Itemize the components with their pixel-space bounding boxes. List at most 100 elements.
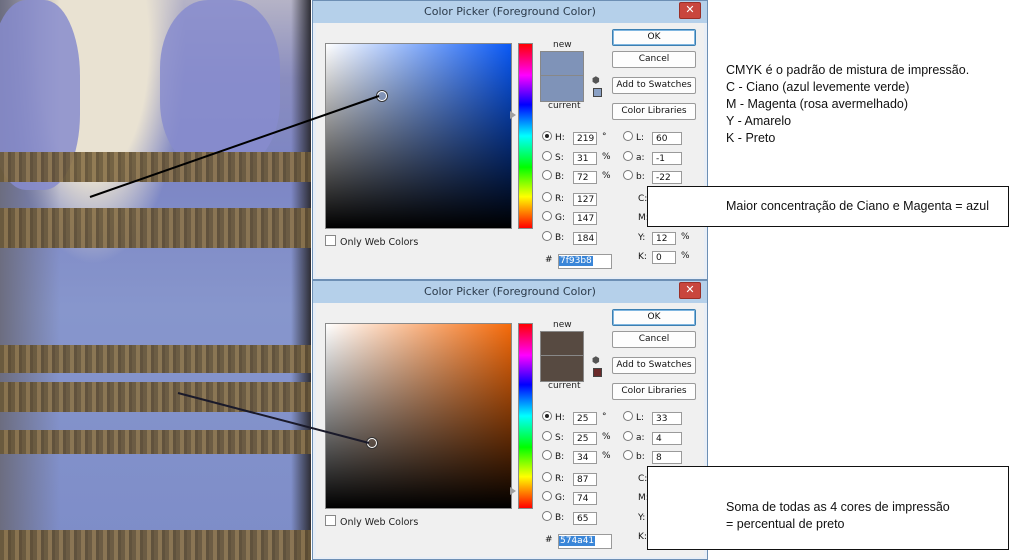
hex-field[interactable]: 7f93b8 — [558, 254, 612, 269]
title-bar: Color Picker (Foreground Color) ✕ — [313, 281, 707, 303]
r-field[interactable]: 127 — [573, 193, 597, 206]
y-field[interactable]: 12 — [652, 232, 676, 245]
only-web-colors-label: Only Web Colors — [340, 517, 419, 528]
blue-field[interactable]: 184 — [573, 232, 597, 245]
b-radio[interactable]: B: — [542, 450, 564, 464]
dialog-title: Color Picker (Foreground Color) — [424, 285, 596, 298]
g-field[interactable]: 147 — [573, 212, 597, 225]
hex-hash: # — [545, 535, 553, 545]
h-label: H: — [555, 133, 565, 143]
color-picker-marker[interactable] — [377, 91, 387, 101]
s-unit: % — [602, 152, 611, 162]
b-field[interactable]: 72 — [573, 171, 597, 184]
g-field[interactable]: 74 — [573, 492, 597, 505]
s-field[interactable]: 31 — [573, 152, 597, 165]
a-radio[interactable]: a: — [623, 431, 645, 445]
b-field[interactable]: 34 — [573, 451, 597, 464]
close-button[interactable]: ✕ — [679, 2, 701, 19]
h-unit: ° — [602, 412, 607, 422]
l-field[interactable]: 60 — [652, 132, 682, 145]
k-label: K: — [638, 252, 647, 262]
a-field[interactable]: 4 — [652, 432, 682, 445]
g-label: G: — [555, 493, 566, 503]
cancel-button[interactable]: Cancel — [612, 331, 696, 348]
color-libraries-button[interactable]: Color Libraries — [612, 103, 696, 120]
out-of-gamut-cube-icon[interactable]: ⬢ — [592, 356, 600, 366]
current-color-swatch[interactable] — [540, 75, 584, 102]
a-label: a: — [636, 433, 645, 443]
h-label: H: — [555, 413, 565, 423]
dress-lace-band — [0, 208, 311, 248]
g-radio[interactable]: G: — [542, 491, 565, 505]
annotation-line: C - Ciano (azul levemente verde) — [726, 80, 910, 94]
lab-b-radio[interactable]: b: — [623, 450, 645, 464]
cmyk-explanation: CMYK é o padrão de mistura de impressão.… — [726, 62, 969, 147]
r-radio[interactable]: R: — [542, 472, 564, 486]
hue-slider[interactable] — [518, 323, 533, 509]
r-field[interactable]: 87 — [573, 473, 597, 486]
a-radio[interactable]: a: — [623, 151, 645, 165]
r-label: R: — [555, 474, 565, 484]
web-safe-swatch[interactable] — [593, 368, 602, 377]
cancel-button[interactable]: Cancel — [612, 51, 696, 68]
close-button[interactable]: ✕ — [679, 282, 701, 299]
color-field[interactable] — [325, 323, 512, 509]
r-radio[interactable]: R: — [542, 192, 564, 206]
current-color-swatch[interactable] — [540, 355, 584, 382]
photo-background-right — [291, 0, 311, 560]
color-picker-marker[interactable] — [367, 438, 377, 448]
h-radio[interactable]: H: — [542, 411, 565, 425]
lab-b-field[interactable]: -22 — [652, 171, 682, 184]
hex-hash: # — [545, 255, 553, 265]
lab-b-radio[interactable]: b: — [623, 170, 645, 184]
hue-slider-handle-icon[interactable] — [510, 487, 516, 495]
b-radio[interactable]: B: — [542, 170, 564, 184]
s-radio[interactable]: S: — [542, 431, 564, 445]
l-field[interactable]: 33 — [652, 412, 682, 425]
only-web-colors-checkbox[interactable]: Only Web Colors — [325, 515, 418, 528]
blue-radio[interactable]: B: — [542, 231, 564, 245]
only-web-colors-checkbox[interactable]: Only Web Colors — [325, 235, 418, 248]
dress-lace-band — [0, 382, 311, 412]
l-label: L: — [636, 133, 645, 143]
s-label: S: — [555, 433, 564, 443]
color-field[interactable] — [325, 43, 512, 229]
k-field[interactable]: 0 — [652, 251, 676, 264]
s-field[interactable]: 25 — [573, 432, 597, 445]
blue-radio[interactable]: B: — [542, 511, 564, 525]
ok-button[interactable]: OK — [612, 29, 696, 46]
y-label: Y: — [638, 233, 646, 243]
out-of-gamut-cube-icon[interactable]: ⬢ — [592, 76, 600, 86]
hex-field[interactable]: 574a41 — [558, 534, 612, 549]
annotation-line: M - Magenta (rosa avermelhado) — [726, 97, 909, 111]
annotation-line: K - Preto — [726, 131, 776, 145]
l-radio[interactable]: L: — [623, 131, 644, 145]
callout-text-line2: = percentual de preto — [726, 517, 845, 531]
hue-slider[interactable] — [518, 43, 533, 229]
color-libraries-button[interactable]: Color Libraries — [612, 383, 696, 400]
callout-box-blue: Maior concentração de Ciano e Magenta = … — [647, 186, 1009, 227]
dialog-body: Only Web Colors new current ⬢ OK Cancel … — [316, 303, 704, 557]
h-field[interactable]: 25 — [573, 412, 597, 425]
callout-text: Maior concentração de Ciano e Magenta = … — [726, 199, 990, 213]
c-label: C: — [638, 474, 648, 484]
annotation-line: Y - Amarelo — [726, 114, 792, 128]
g-radio[interactable]: G: — [542, 211, 565, 225]
lab-b-field[interactable]: 8 — [652, 451, 682, 464]
web-safe-swatch[interactable] — [593, 88, 602, 97]
h-radio[interactable]: H: — [542, 131, 565, 145]
a-field[interactable]: -1 — [652, 152, 682, 165]
l-radio[interactable]: L: — [623, 411, 644, 425]
s-unit: % — [602, 432, 611, 442]
s-radio[interactable]: S: — [542, 151, 564, 165]
lab-b-label: b: — [636, 172, 645, 182]
ok-button[interactable]: OK — [612, 309, 696, 326]
hex-value: 7f93b8 — [559, 256, 593, 266]
hue-slider-handle-icon[interactable] — [510, 111, 516, 119]
add-to-swatches-button[interactable]: Add to Swatches — [612, 357, 696, 374]
dialog-body: Only Web Colors new current ⬢ OK Cancel … — [316, 23, 704, 277]
h-field[interactable]: 219 — [573, 132, 597, 145]
l-label: L: — [636, 413, 645, 423]
add-to-swatches-button[interactable]: Add to Swatches — [612, 77, 696, 94]
blue-field[interactable]: 65 — [573, 512, 597, 525]
